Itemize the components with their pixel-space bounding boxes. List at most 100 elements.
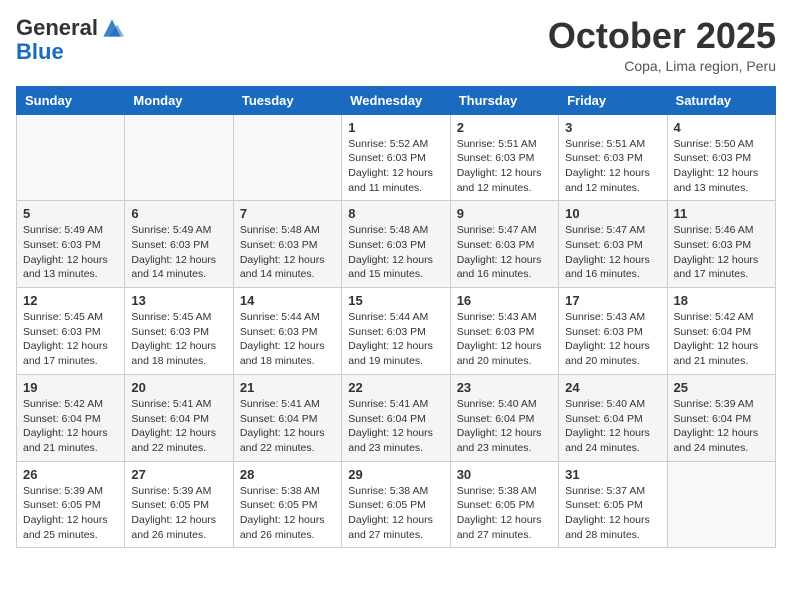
- cell-info: Sunrise: 5:39 AMSunset: 6:05 PMDaylight:…: [131, 484, 226, 543]
- calendar-cell: 13 Sunrise: 5:45 AMSunset: 6:03 PMDayligh…: [125, 288, 233, 375]
- calendar: SundayMondayTuesdayWednesdayThursdayFrid…: [16, 86, 776, 549]
- calendar-cell: 30Sunrise: 5:38 AMSunset: 6:05 PMDayligh…: [450, 461, 558, 548]
- page-header: General Blue October 2025 Copa, Lima reg…: [16, 16, 776, 74]
- day-number: 22: [348, 380, 443, 395]
- cell-info: Sunrise: 5:47 AMSunset: 6:03 PMDaylight:…: [457, 223, 552, 282]
- calendar-cell: 3 Sunrise: 5:51 AMSunset: 6:03 PMDaylight…: [559, 114, 667, 201]
- cell-info: Sunrise: 5:43 AMSunset: 6:03 PMDaylight:…: [565, 310, 660, 369]
- cell-info: Sunrise: 5:51 AMSunset: 6:03 PMDaylight:…: [565, 137, 660, 196]
- calendar-cell: [17, 114, 125, 201]
- day-number: 28: [240, 467, 335, 482]
- calendar-cell: 20 Sunrise: 5:41 AMSunset: 6:04 PMDayligh…: [125, 374, 233, 461]
- calendar-cell: 21Sunrise: 5:41 AMSunset: 6:04 PMDayligh…: [233, 374, 341, 461]
- calendar-week-row: 5 Sunrise: 5:49 AMSunset: 6:03 PMDaylight…: [17, 201, 776, 288]
- calendar-cell: 7 Sunrise: 5:48 AMSunset: 6:03 PMDaylight…: [233, 201, 341, 288]
- calendar-cell: 31Sunrise: 5:37 AMSunset: 6:05 PMDayligh…: [559, 461, 667, 548]
- cell-info: Sunrise: 5:44 AMSunset: 6:03 PMDaylight:…: [348, 310, 443, 369]
- day-number: 9: [457, 206, 552, 221]
- day-number: 2: [457, 120, 552, 135]
- cell-info: Sunrise: 5:41 AMSunset: 6:04 PMDaylight:…: [240, 397, 335, 456]
- calendar-week-row: 12 Sunrise: 5:45 AMSunset: 6:03 PMDayligh…: [17, 288, 776, 375]
- cell-info: Sunrise: 5:46 AMSunset: 6:03 PMDaylight:…: [674, 223, 769, 282]
- calendar-cell: 16Sunrise: 5:43 AMSunset: 6:03 PMDayligh…: [450, 288, 558, 375]
- day-number: 17: [565, 293, 660, 308]
- cell-info: Sunrise: 5:38 AMSunset: 6:05 PMDaylight:…: [240, 484, 335, 543]
- day-number: 7: [240, 206, 335, 221]
- day-number: 4: [674, 120, 769, 135]
- day-number: 25: [674, 380, 769, 395]
- day-number: 14: [240, 293, 335, 308]
- cell-info: Sunrise: 5:37 AMSunset: 6:05 PMDaylight:…: [565, 484, 660, 543]
- calendar-cell: 26 Sunrise: 5:39 AMSunset: 6:05 PMDayligh…: [17, 461, 125, 548]
- calendar-cell: 9 Sunrise: 5:47 AMSunset: 6:03 PMDaylight…: [450, 201, 558, 288]
- calendar-cell: [233, 114, 341, 201]
- calendar-cell: 10Sunrise: 5:47 AMSunset: 6:03 PMDayligh…: [559, 201, 667, 288]
- day-number: 13: [131, 293, 226, 308]
- cell-info: Sunrise: 5:45 AMSunset: 6:03 PMDaylight:…: [23, 310, 118, 369]
- day-number: 23: [457, 380, 552, 395]
- day-number: 26: [23, 467, 118, 482]
- calendar-week-row: 1 Sunrise: 5:52 AMSunset: 6:03 PMDaylight…: [17, 114, 776, 201]
- logo-general: General: [16, 16, 98, 40]
- day-number: 20: [131, 380, 226, 395]
- cell-info: Sunrise: 5:40 AMSunset: 6:04 PMDaylight:…: [457, 397, 552, 456]
- calendar-cell: 5 Sunrise: 5:49 AMSunset: 6:03 PMDaylight…: [17, 201, 125, 288]
- calendar-week-row: 26 Sunrise: 5:39 AMSunset: 6:05 PMDayligh…: [17, 461, 776, 548]
- day-number: 3: [565, 120, 660, 135]
- logo-blue: Blue: [16, 39, 64, 64]
- calendar-cell: 28 Sunrise: 5:38 AMSunset: 6:05 PMDayligh…: [233, 461, 341, 548]
- day-of-week-header: Tuesday: [233, 86, 341, 114]
- cell-info: Sunrise: 5:49 AMSunset: 6:03 PMDaylight:…: [131, 223, 226, 282]
- calendar-cell: [125, 114, 233, 201]
- cell-info: Sunrise: 5:52 AMSunset: 6:03 PMDaylight:…: [348, 137, 443, 196]
- calendar-cell: 4 Sunrise: 5:50 AMSunset: 6:03 PMDaylight…: [667, 114, 775, 201]
- logo: General Blue: [16, 16, 124, 64]
- calendar-cell: 6 Sunrise: 5:49 AMSunset: 6:03 PMDaylight…: [125, 201, 233, 288]
- calendar-week-row: 19 Sunrise: 5:42 AMSunset: 6:04 PMDayligh…: [17, 374, 776, 461]
- cell-info: Sunrise: 5:40 AMSunset: 6:04 PMDaylight:…: [565, 397, 660, 456]
- cell-info: Sunrise: 5:48 AMSunset: 6:03 PMDaylight:…: [348, 223, 443, 282]
- day-number: 19: [23, 380, 118, 395]
- day-of-week-header: Friday: [559, 86, 667, 114]
- cell-info: Sunrise: 5:47 AMSunset: 6:03 PMDaylight:…: [565, 223, 660, 282]
- cell-info: Sunrise: 5:38 AMSunset: 6:05 PMDaylight:…: [457, 484, 552, 543]
- logo-icon: [100, 16, 124, 40]
- calendar-cell: 17 Sunrise: 5:43 AMSunset: 6:03 PMDayligh…: [559, 288, 667, 375]
- day-number: 24: [565, 380, 660, 395]
- calendar-cell: 1 Sunrise: 5:52 AMSunset: 6:03 PMDaylight…: [342, 114, 450, 201]
- cell-info: Sunrise: 5:41 AMSunset: 6:04 PMDaylight:…: [131, 397, 226, 456]
- calendar-cell: 19 Sunrise: 5:42 AMSunset: 6:04 PMDayligh…: [17, 374, 125, 461]
- day-number: 8: [348, 206, 443, 221]
- cell-info: Sunrise: 5:44 AMSunset: 6:03 PMDaylight:…: [240, 310, 335, 369]
- cell-info: Sunrise: 5:48 AMSunset: 6:03 PMDaylight:…: [240, 223, 335, 282]
- day-of-week-header: Saturday: [667, 86, 775, 114]
- calendar-cell: 25 Sunrise: 5:39 AMSunset: 6:04 PMDayligh…: [667, 374, 775, 461]
- cell-info: Sunrise: 5:50 AMSunset: 6:03 PMDaylight:…: [674, 137, 769, 196]
- cell-info: Sunrise: 5:42 AMSunset: 6:04 PMDaylight:…: [23, 397, 118, 456]
- calendar-cell: [667, 461, 775, 548]
- calendar-cell: 11Sunrise: 5:46 AMSunset: 6:03 PMDayligh…: [667, 201, 775, 288]
- day-number: 27: [131, 467, 226, 482]
- cell-info: Sunrise: 5:49 AMSunset: 6:03 PMDaylight:…: [23, 223, 118, 282]
- day-of-week-header: Wednesday: [342, 86, 450, 114]
- cell-info: Sunrise: 5:43 AMSunset: 6:03 PMDaylight:…: [457, 310, 552, 369]
- calendar-cell: 18Sunrise: 5:42 AMSunset: 6:04 PMDayligh…: [667, 288, 775, 375]
- day-number: 1: [348, 120, 443, 135]
- calendar-cell: 15Sunrise: 5:44 AMSunset: 6:03 PMDayligh…: [342, 288, 450, 375]
- cell-info: Sunrise: 5:39 AMSunset: 6:05 PMDaylight:…: [23, 484, 118, 543]
- calendar-cell: 22 Sunrise: 5:41 AMSunset: 6:04 PMDayligh…: [342, 374, 450, 461]
- month-title: October 2025: [548, 16, 776, 56]
- day-number: 12: [23, 293, 118, 308]
- cell-info: Sunrise: 5:45 AMSunset: 6:03 PMDaylight:…: [131, 310, 226, 369]
- day-number: 29: [348, 467, 443, 482]
- cell-info: Sunrise: 5:42 AMSunset: 6:04 PMDaylight:…: [674, 310, 769, 369]
- calendar-header-row: SundayMondayTuesdayWednesdayThursdayFrid…: [17, 86, 776, 114]
- day-number: 5: [23, 206, 118, 221]
- calendar-cell: 2Sunrise: 5:51 AMSunset: 6:03 PMDaylight…: [450, 114, 558, 201]
- cell-info: Sunrise: 5:39 AMSunset: 6:04 PMDaylight:…: [674, 397, 769, 456]
- calendar-cell: 12 Sunrise: 5:45 AMSunset: 6:03 PMDayligh…: [17, 288, 125, 375]
- day-of-week-header: Monday: [125, 86, 233, 114]
- day-number: 6: [131, 206, 226, 221]
- title-block: October 2025 Copa, Lima region, Peru: [548, 16, 776, 74]
- cell-info: Sunrise: 5:41 AMSunset: 6:04 PMDaylight:…: [348, 397, 443, 456]
